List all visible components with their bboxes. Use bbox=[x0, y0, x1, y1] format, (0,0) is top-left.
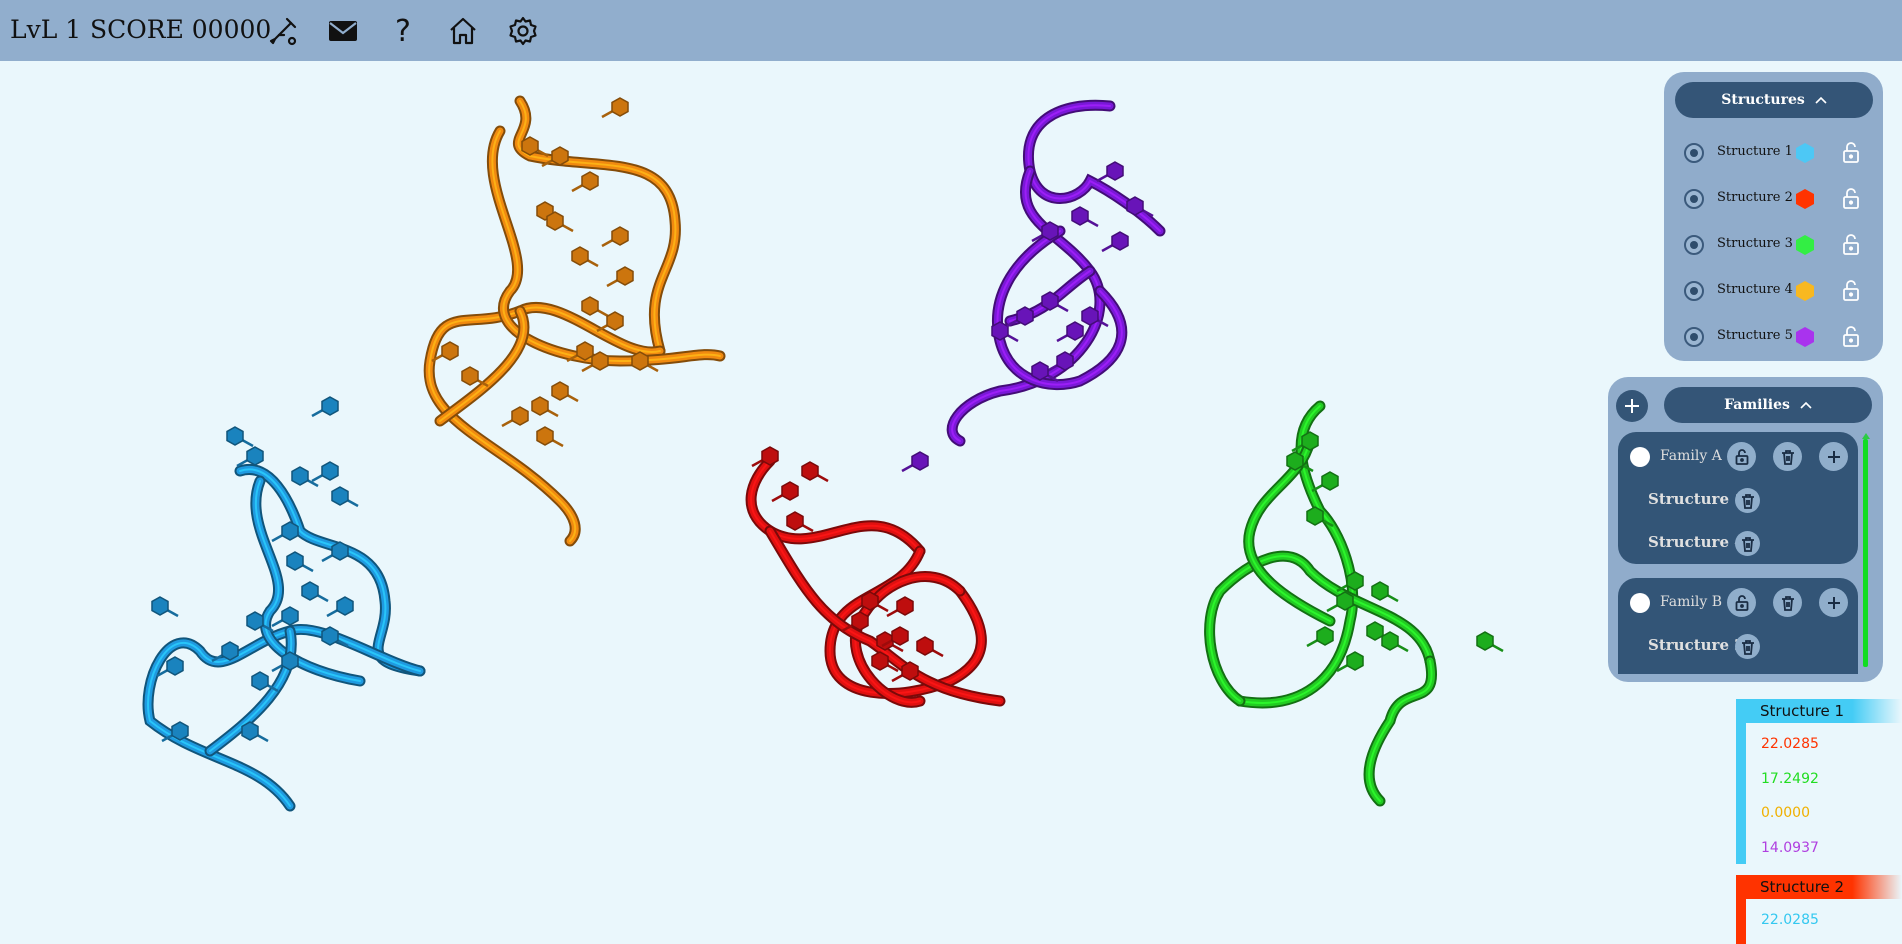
structure-color-hex-icon[interactable] bbox=[1794, 326, 1816, 348]
unlock-icon bbox=[1735, 594, 1748, 611]
family-lock-button[interactable] bbox=[1727, 442, 1756, 471]
families-title: Families bbox=[1724, 397, 1790, 413]
trash-icon bbox=[1741, 639, 1754, 655]
structure-radio[interactable] bbox=[1684, 327, 1704, 347]
settings-icon[interactable] bbox=[504, 12, 542, 50]
mail-icon[interactable] bbox=[324, 12, 362, 50]
score-value: 0.0000 bbox=[1761, 805, 1810, 821]
structure-color-hex-icon[interactable] bbox=[1794, 280, 1816, 302]
unlock-icon[interactable] bbox=[1840, 141, 1862, 165]
score-card-accent bbox=[1736, 723, 1746, 864]
score-card-header: Structure 2 bbox=[1736, 875, 1902, 899]
red-rna-molecule[interactable] bbox=[745, 446, 1006, 708]
structure-color-hex-icon[interactable] bbox=[1794, 188, 1816, 210]
structure-color-hex-icon[interactable] bbox=[1794, 234, 1816, 256]
family-add-member-button[interactable] bbox=[1819, 442, 1848, 471]
score-value: 22.0285 bbox=[1761, 736, 1819, 752]
families-panel: Families Family A Structure 1 Structure … bbox=[1608, 377, 1883, 682]
family-delete-button[interactable] bbox=[1773, 442, 1802, 471]
structure-color-hex-icon[interactable] bbox=[1794, 142, 1816, 164]
family-name: Family A bbox=[1660, 448, 1722, 464]
plus-icon bbox=[1827, 450, 1840, 463]
member-delete-button[interactable] bbox=[1735, 488, 1760, 513]
member-delete-button[interactable] bbox=[1735, 531, 1760, 556]
family-member-label: Structure 4 bbox=[1648, 533, 1745, 551]
scroll-thumb[interactable] bbox=[1863, 439, 1868, 667]
family-card: Family B Structure 2 bbox=[1618, 578, 1858, 674]
score-value: 14.0937 bbox=[1761, 840, 1819, 856]
family-member-label: Structure 2 bbox=[1648, 636, 1745, 654]
family-delete-button[interactable] bbox=[1773, 588, 1802, 617]
structure-row[interactable]: Structure 5 bbox=[1664, 314, 1883, 360]
top-bar: LvL 1 SCORE 00000 ? bbox=[0, 0, 1902, 61]
structures-header[interactable]: Structures bbox=[1675, 82, 1873, 118]
score-card-title: Structure 2 bbox=[1760, 878, 1845, 896]
families-list[interactable]: Family A Structure 1 Structure 4 Family … bbox=[1618, 432, 1864, 674]
structure-radio[interactable] bbox=[1684, 143, 1704, 163]
purple-rna-molecule[interactable] bbox=[901, 99, 1166, 473]
structure-row[interactable]: Structure 4 bbox=[1664, 268, 1883, 314]
score-card-title: Structure 1 bbox=[1760, 702, 1845, 720]
family-name: Family B bbox=[1660, 594, 1722, 610]
structure-radio[interactable] bbox=[1684, 281, 1704, 301]
pipette-icon[interactable] bbox=[264, 12, 302, 50]
structure-label: Structure 2 bbox=[1717, 190, 1793, 205]
structure-row[interactable]: Structure 3 bbox=[1664, 222, 1883, 268]
chevron-up-icon bbox=[1815, 96, 1827, 104]
structure-label: Structure 1 bbox=[1717, 144, 1793, 159]
score-label: SCORE 00000 bbox=[90, 15, 272, 44]
unlock-icon[interactable] bbox=[1840, 279, 1862, 303]
score-card: Structure 1 22.0285 17.2492 0.0000 14.09… bbox=[1736, 699, 1902, 864]
family-lock-button[interactable] bbox=[1727, 588, 1756, 617]
trash-icon bbox=[1781, 595, 1794, 611]
help-icon[interactable]: ? bbox=[384, 12, 422, 50]
home-icon[interactable] bbox=[444, 12, 482, 50]
plus-icon bbox=[1625, 399, 1639, 413]
unlock-icon[interactable] bbox=[1840, 187, 1862, 211]
structure-row[interactable]: Structure 2 bbox=[1664, 176, 1883, 222]
score-card-header: Structure 1 bbox=[1736, 699, 1902, 723]
score-value: 22.0285 bbox=[1761, 912, 1819, 928]
add-family-button[interactable] bbox=[1616, 390, 1648, 422]
trash-icon bbox=[1741, 493, 1754, 509]
blue-rna-molecule[interactable] bbox=[142, 396, 426, 812]
member-delete-button[interactable] bbox=[1735, 634, 1760, 659]
families-scrollbar[interactable] bbox=[1862, 433, 1870, 669]
score-value: 17.2492 bbox=[1761, 771, 1819, 787]
green-rna-molecule[interactable] bbox=[1204, 400, 1504, 807]
structure-label: Structure 4 bbox=[1717, 282, 1793, 297]
families-header[interactable]: Families bbox=[1664, 387, 1872, 423]
family-card: Family A Structure 1 Structure 4 bbox=[1618, 432, 1858, 564]
family-select-radio[interactable] bbox=[1630, 447, 1650, 467]
trash-icon bbox=[1781, 449, 1794, 465]
structure-radio[interactable] bbox=[1684, 189, 1704, 209]
chevron-up-icon bbox=[1800, 401, 1812, 409]
plus-icon bbox=[1827, 596, 1840, 609]
family-add-member-button[interactable] bbox=[1819, 588, 1848, 617]
family-select-radio[interactable] bbox=[1630, 593, 1650, 613]
unlock-icon[interactable] bbox=[1840, 233, 1862, 257]
structure-label: Structure 3 bbox=[1717, 236, 1793, 251]
structure-row[interactable]: Structure 1 bbox=[1664, 130, 1883, 176]
score-card-accent bbox=[1736, 899, 1746, 944]
structure-radio[interactable] bbox=[1684, 235, 1704, 255]
structure-label: Structure 5 bbox=[1717, 328, 1793, 343]
structures-title: Structures bbox=[1721, 92, 1805, 108]
orange-rna-molecule[interactable] bbox=[423, 95, 726, 547]
structures-panel: Structures Structure 1 Structure 2 Structu… bbox=[1664, 72, 1883, 361]
unlock-icon[interactable] bbox=[1840, 325, 1862, 349]
score-card: Structure 2 22.0285 bbox=[1736, 875, 1902, 944]
trash-icon bbox=[1741, 536, 1754, 552]
level-label: LvL 1 bbox=[10, 15, 82, 44]
family-member-label: Structure 1 bbox=[1648, 490, 1745, 508]
unlock-icon bbox=[1735, 448, 1748, 465]
